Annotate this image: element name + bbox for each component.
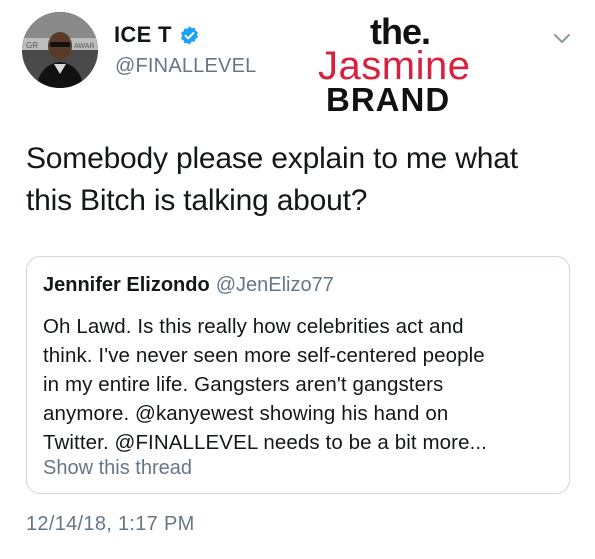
quoted-tweet-text: Oh Lawd. Is this really how celebrities … [43, 312, 558, 457]
svg-text:AWAR: AWAR [74, 43, 94, 50]
author-handle[interactable]: @FINALLEVEL [115, 55, 256, 78]
quoted-text-line: anymore. @kanyewest showing his hand on [43, 402, 449, 425]
quoted-text-line: in my entire life. Gangsters aren't gang… [43, 373, 444, 396]
show-thread-link[interactable]: Show this thread [43, 457, 192, 480]
avatar-image: GR AWAR [22, 12, 98, 88]
avatar[interactable]: GR AWAR [22, 12, 98, 88]
author-display-name[interactable]: ICE T [114, 22, 172, 48]
quoted-tweet[interactable]: Jennifer Elizondo @JenElizo77 Oh Lawd. Is… [26, 256, 570, 494]
watermark-line-brand: BRAND [326, 81, 451, 118]
quoted-text-line: Oh Lawd. Is this really how celebrities … [43, 315, 464, 338]
tweet-text-line: Somebody please explain to me what [26, 142, 518, 175]
tweet-text: Somebody please explain to me what this … [26, 138, 566, 222]
quoted-text-line: think. I've never seen more self-centere… [43, 344, 485, 367]
tweet-card: GR AWAR ICE T @FINALLEVEL the. Jasmine B… [0, 0, 595, 559]
author-name-row[interactable]: ICE T [114, 22, 200, 48]
verified-badge-icon [179, 25, 200, 46]
quoted-author-name: Jennifer Elizondo [43, 274, 210, 296]
quoted-text-line: Twitter. @FINALLEVEL needs to be a bit m… [43, 431, 487, 454]
watermark-logo: the. Jasmine BRAND [318, 14, 498, 118]
tweet-timestamp[interactable]: 12/14/18, 1:17 PM [26, 513, 195, 536]
chevron-down-icon[interactable] [552, 32, 572, 46]
tweet-text-line: this Bitch is talking about? [26, 184, 368, 217]
svg-text:GR: GR [26, 41, 38, 50]
watermark-line-jasmine: Jasmine [318, 44, 471, 88]
quoted-tweet-header: Jennifer Elizondo @JenElizo77 [43, 274, 334, 297]
quoted-author-handle: @JenElizo77 [215, 274, 334, 296]
